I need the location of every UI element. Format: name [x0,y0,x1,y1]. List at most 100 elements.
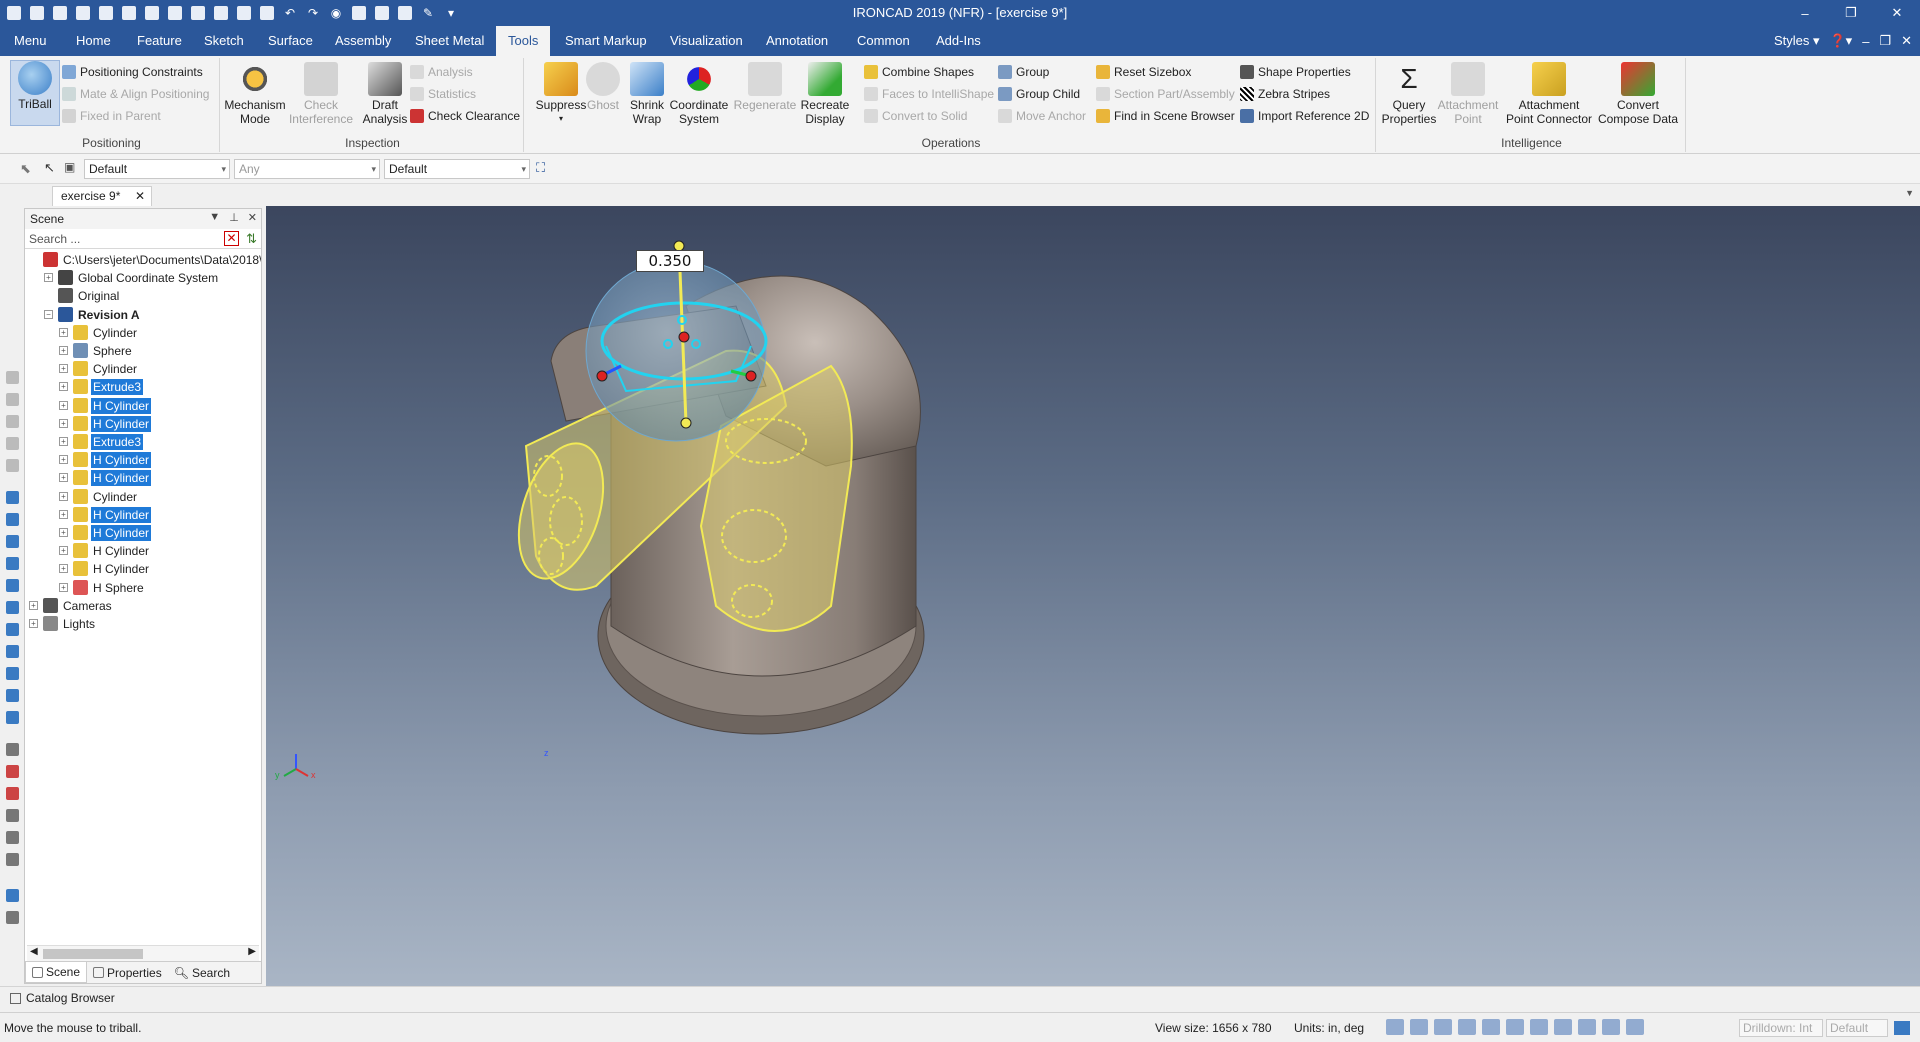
maximize-button[interactable]: ❐ [1828,0,1874,26]
tree-item[interactable]: + H Cylinder [25,469,261,487]
panel-menu-icon[interactable]: ▼ [209,211,220,224]
recreate-display-button[interactable]: Recreate Display [796,62,854,126]
scroll-left-icon[interactable]: ◀ [30,946,38,957]
tab-tools[interactable]: Tools [496,26,551,56]
expand-icon[interactable]: + [59,528,68,537]
display-mode-icon[interactable] [1482,1019,1500,1035]
sketch-tool-icon-4[interactable] [6,809,19,822]
sketch-tool-icon-3[interactable] [6,787,19,800]
group-child-button[interactable]: Group Child [998,84,1080,104]
find-in-scene-button[interactable]: Find in Scene Browser [1096,106,1235,126]
analysis-button[interactable]: Analysis [410,62,473,82]
section-view-icon[interactable] [1554,1019,1572,1035]
convert-to-solid-button[interactable]: Convert to Solid [864,106,967,126]
tab-visualization[interactable]: Visualization [658,26,755,56]
tree-item[interactable]: + H Cylinder [25,397,261,415]
zebra-stripes-button[interactable]: Zebra Stripes [1240,84,1330,104]
tab-scene[interactable]: Scene [25,962,88,983]
expand-icon[interactable]: + [59,491,68,501]
expand-icon[interactable]: + [59,327,68,337]
group-button[interactable]: Group [998,62,1049,82]
tree-item[interactable]: + H Sphere [25,579,261,597]
triball-center[interactable] [678,331,690,343]
shading-icon[interactable] [1506,1019,1524,1035]
combine-shapes-button[interactable]: Combine Shapes [864,62,974,82]
render-mode-icon[interactable] [1434,1019,1452,1035]
horizontal-scrollbar[interactable]: ◀ ▶ [27,945,259,961]
expand-icon[interactable]: + [59,455,68,465]
shape-properties-button[interactable]: Shape Properties [1240,62,1351,82]
scroll-right-icon[interactable]: ▶ [248,946,256,957]
minimize-button[interactable]: – [1782,0,1828,26]
move-anchor-button[interactable]: Move Anchor [998,106,1086,126]
camera-icon[interactable] [1530,1019,1548,1035]
import-reference-button[interactable]: Import Reference 2D [1240,106,1369,126]
tree-item[interactable]: + H Cylinder [25,542,261,560]
draft-analysis-button[interactable]: Draft Analysis [356,62,414,126]
sketch-tool-icon-7[interactable] [6,889,19,902]
expand-icon[interactable]: + [59,564,68,574]
tree-item[interactable]: + Extrude3 [25,433,261,451]
tab-search[interactable]: 🔍︎ Search [168,962,236,983]
zoom-icon[interactable] [1386,1019,1404,1035]
tab-smart-markup[interactable]: Smart Markup [553,26,659,56]
3d-viewport[interactable]: 0.350 z y x [266,206,1920,986]
expand-icon[interactable]: + [59,418,68,428]
tree-item[interactable]: + H Cylinder [25,560,261,578]
reset-sizebox-button[interactable]: Reset Sizebox [1096,62,1191,82]
zoom-extents-icon[interactable] [1410,1019,1428,1035]
select-mode-icon[interactable] [1626,1019,1644,1035]
filter-icon[interactable]: ⇅ [246,231,257,247]
cursor-mode-icon[interactable] [1602,1019,1620,1035]
query-properties-button[interactable]: Σ Query Properties [1378,62,1440,126]
view-icon-7[interactable] [6,623,19,636]
ribbon-minimize-icon[interactable]: – [1862,34,1869,49]
expand-icon[interactable]: + [44,273,53,283]
attachment-point-button[interactable]: Attachment Point [1434,62,1502,126]
document-tab[interactable]: exercise 9* ✕ [52,186,152,206]
triball-button[interactable]: TriBall [10,60,60,126]
tab-feature[interactable]: Feature [125,26,194,56]
expand-icon[interactable]: + [59,400,68,410]
select-filter-icon[interactable]: ⬉ [20,161,31,177]
triball-left-handle[interactable] [596,370,608,382]
pointer-icon[interactable]: ↖ [44,160,55,176]
tab-annotation[interactable]: Annotation [754,26,840,56]
section-part-button[interactable]: Section Part/Assembly [1096,84,1235,104]
positioning-constraints-button[interactable]: Positioning Constraints [62,62,203,82]
tree-item[interactable]: + H Cylinder [25,506,261,524]
regenerate-button[interactable]: Regenerate [730,62,800,112]
layer-icon[interactable] [1578,1019,1596,1035]
collapse-icon[interactable]: − [44,309,53,319]
sketch-tool-icon-6[interactable] [6,853,19,866]
catalog-browser-bar[interactable]: Catalog Browser [0,986,1920,1010]
tab-list-dropdown-icon[interactable]: ▼ [1905,188,1914,198]
tool-icon-3[interactable] [6,415,19,428]
tab-add-ins[interactable]: Add-Ins [924,26,993,56]
close-tab-icon[interactable]: ✕ [135,187,145,205]
help-icon[interactable]: ❓▾ [1829,33,1852,49]
view-icon-5[interactable] [6,579,19,592]
expand-icon[interactable]: + [59,546,68,556]
tree-item[interactable]: + Cameras [25,597,261,615]
tree-item[interactable]: + Sphere [25,342,261,360]
tree-item[interactable]: + Cylinder [25,324,261,342]
clear-search-icon[interactable]: ✕ [224,231,239,246]
tab-home[interactable]: Home [64,26,123,56]
filter-combo[interactable]: Any ▾ [234,159,380,179]
tool-icon-1[interactable] [6,371,19,384]
default-combo[interactable]: Default [1826,1019,1888,1037]
view-icon-2[interactable] [6,513,19,526]
shrink-wrap-button[interactable]: Shrink Wrap [624,62,670,126]
tool-icon-5[interactable] [6,459,19,472]
triball-sphere[interactable] [585,260,767,442]
view-icon-11[interactable] [6,711,19,724]
dimension-label[interactable]: 0.350 [636,250,704,272]
expand-icon[interactable]: + [59,346,68,355]
tree-item[interactable]: + H Cylinder [25,415,261,433]
triball-right-handle[interactable] [745,370,757,382]
tab-surface[interactable]: Surface [256,26,325,56]
tab-sketch[interactable]: Sketch [192,26,256,56]
sketch-tool-icon-8[interactable] [6,911,19,924]
sketch-tool-icon-2[interactable] [6,765,19,778]
